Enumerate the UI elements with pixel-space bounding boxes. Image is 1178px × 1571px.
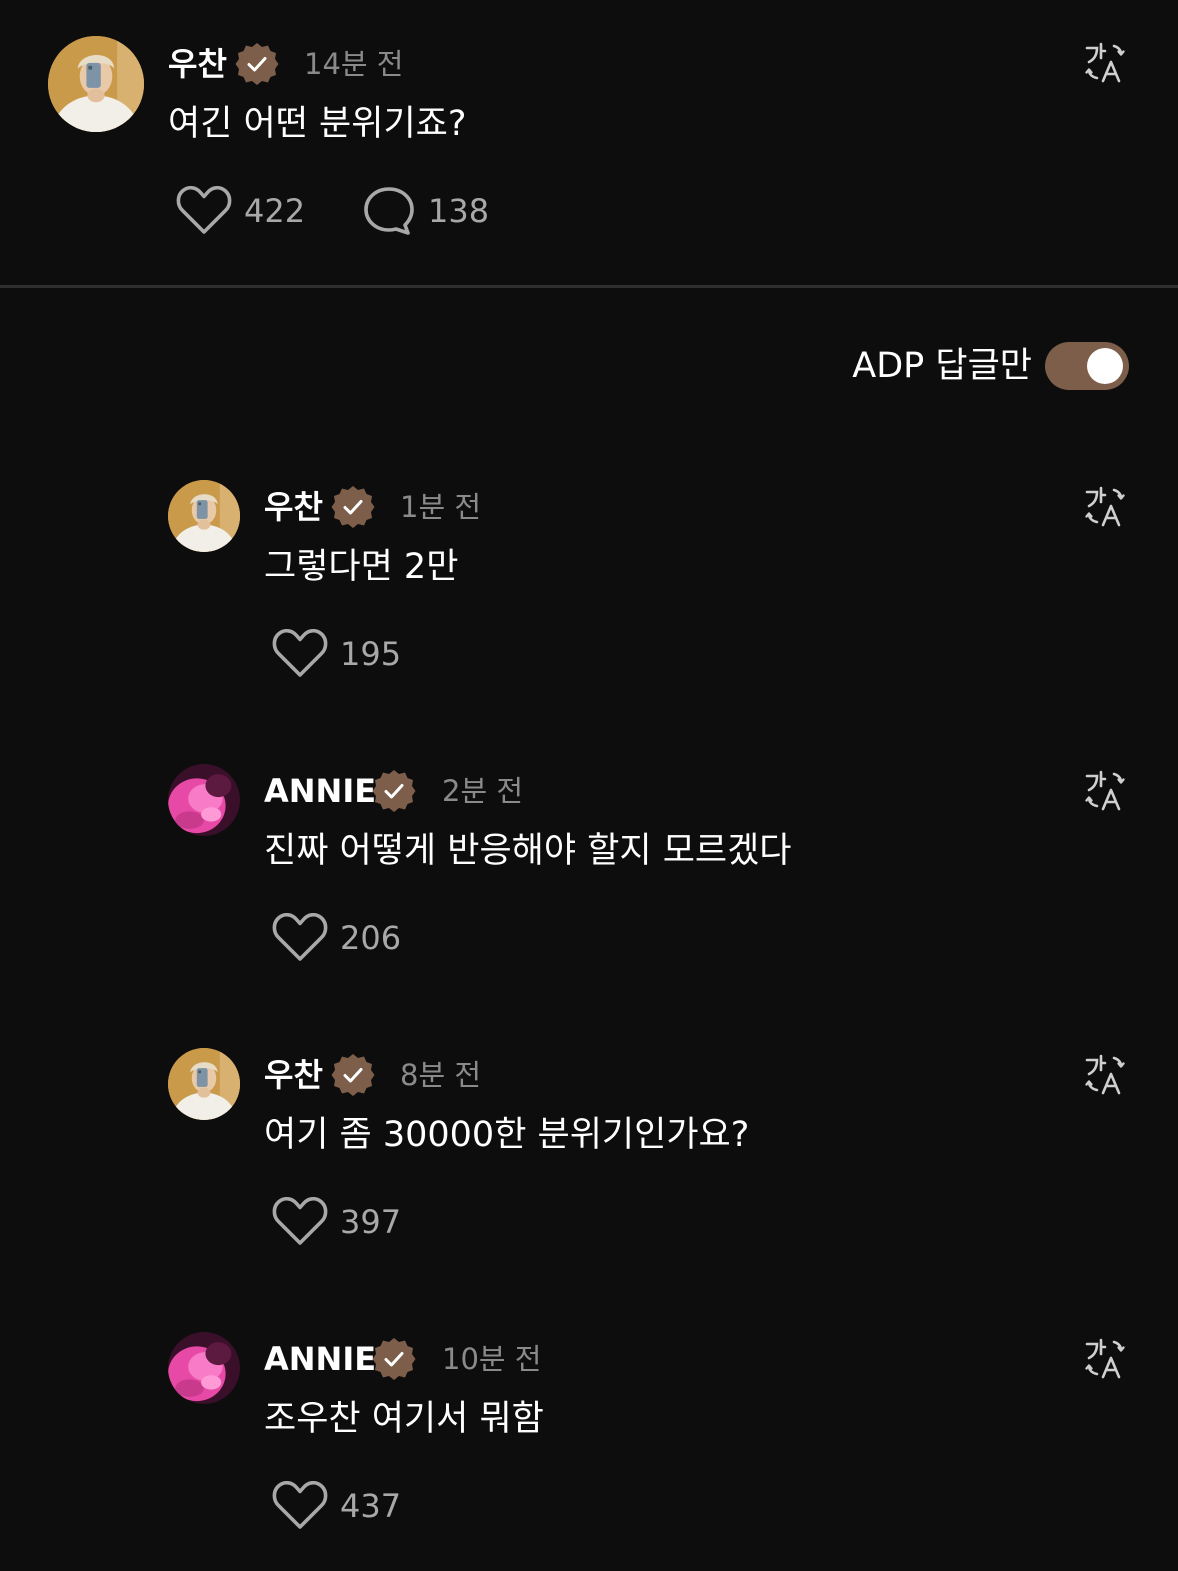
like-button[interactable]: 195 (272, 629, 401, 679)
like-button[interactable]: 206 (272, 913, 401, 963)
reply-time: 1분 전 (400, 490, 482, 524)
avatar[interactable] (48, 36, 144, 132)
post-text: 여긴 어떤 분위기죠? (168, 104, 467, 144)
author-name[interactable]: ANNIE (264, 1339, 376, 1379)
heart-icon (272, 1197, 328, 1247)
adp-replies-only-toggle[interactable] (1045, 342, 1129, 390)
reply-time: 8분 전 (400, 1058, 482, 1092)
comment-button[interactable]: 138 (362, 186, 489, 236)
comment-icon (362, 186, 416, 236)
verified-badge-icon (371, 768, 417, 814)
like-count: 397 (340, 1203, 402, 1241)
reply-time: 2분 전 (442, 774, 524, 808)
like-button[interactable]: 437 (272, 1481, 401, 1531)
avatar[interactable] (168, 1048, 240, 1120)
translate-icon[interactable] (1084, 41, 1126, 83)
translate-icon[interactable] (1084, 769, 1126, 811)
author-name[interactable]: 우찬 (168, 44, 227, 84)
heart-icon (272, 1481, 328, 1531)
reply-text: 조우찬 여기서 뭐함 (264, 1399, 544, 1439)
reply-time: 10분 전 (442, 1342, 542, 1376)
toggle-knob (1087, 348, 1123, 384)
verified-badge-icon (330, 484, 376, 530)
verified-badge-icon (234, 41, 280, 87)
translate-icon[interactable] (1084, 1053, 1126, 1095)
heart-icon (176, 186, 232, 236)
verified-badge-icon (371, 1336, 417, 1382)
post-time: 14분 전 (304, 47, 404, 81)
like-button[interactable]: 422 (176, 186, 305, 236)
like-count: 437 (340, 1487, 402, 1525)
avatar[interactable] (168, 480, 240, 552)
heart-icon (272, 913, 328, 963)
reply-text: 여기 좀 30000한 분위기인가요? (264, 1115, 750, 1155)
reply-text: 그렇다면 2만 (264, 547, 459, 587)
adp-replies-only-label: ADP 답글만 (852, 346, 1032, 386)
avatar[interactable] (168, 764, 240, 836)
comment-count: 138 (428, 192, 490, 230)
like-count: 422 (244, 192, 306, 230)
author-name[interactable]: 우찬 (264, 487, 323, 527)
divider (0, 285, 1178, 288)
like-count: 195 (340, 635, 402, 673)
heart-icon (272, 629, 328, 679)
translate-icon[interactable] (1084, 1337, 1126, 1379)
like-count: 206 (340, 919, 402, 957)
avatar[interactable] (168, 1332, 240, 1404)
reply-text: 진짜 어떻게 반응해야 할지 모르겠다 (264, 831, 792, 871)
translate-icon[interactable] (1084, 485, 1126, 527)
author-name[interactable]: 우찬 (264, 1055, 323, 1095)
like-button[interactable]: 397 (272, 1197, 401, 1247)
author-name[interactable]: ANNIE (264, 771, 376, 811)
verified-badge-icon (330, 1052, 376, 1098)
